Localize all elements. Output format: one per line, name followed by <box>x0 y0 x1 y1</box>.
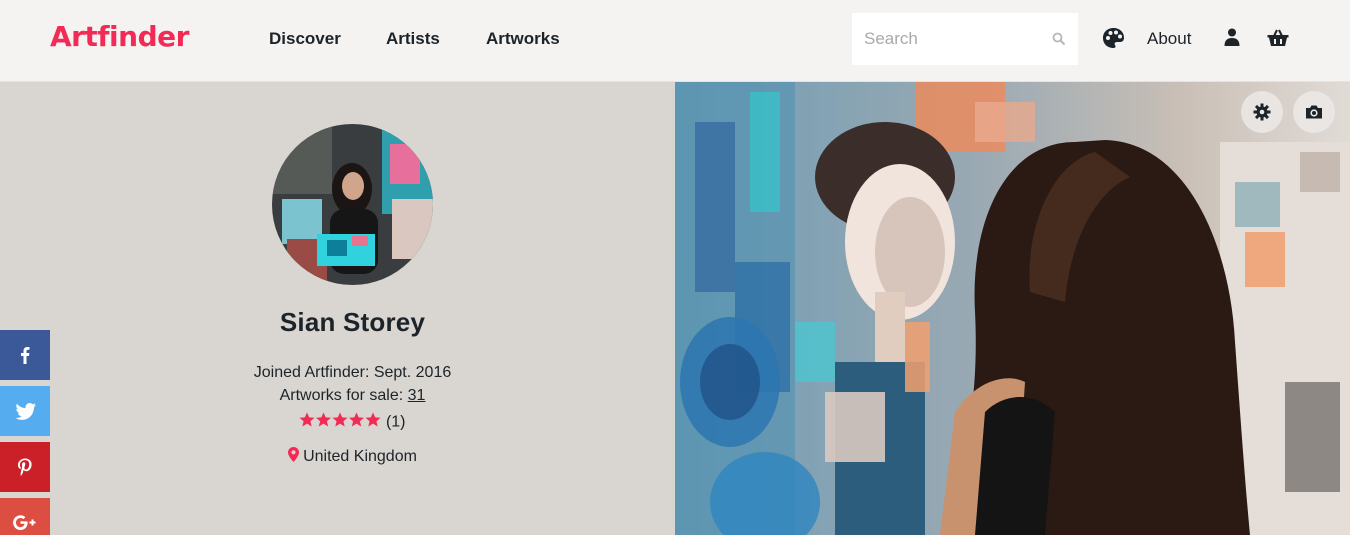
artist-cover-image <box>675 82 1350 535</box>
artist-profile-hero: Sian Storey Joined Artfinder: Sept. 2016… <box>0 82 1350 535</box>
cover-photo <box>675 82 1350 535</box>
twitter-icon <box>15 403 36 420</box>
user-icon[interactable] <box>1224 28 1240 46</box>
nav-artworks[interactable]: Artworks <box>486 29 560 49</box>
top-navigation-bar: Artfinder Discover Artists Artworks Abou… <box>0 0 1350 82</box>
artworks-for-sale: Artworks for sale: 31 <box>0 387 705 405</box>
page-content-start <box>0 535 1350 547</box>
artist-avatar[interactable] <box>272 124 433 285</box>
search-icon[interactable] <box>1052 32 1066 46</box>
camera-icon <box>1306 105 1322 119</box>
share-pinterest-button[interactable] <box>0 442 50 492</box>
rating-stars <box>299 412 381 433</box>
artworks-for-sale-label: Artworks for sale: <box>279 387 408 404</box>
joined-date: Joined Artfinder: Sept. 2016 <box>253 364 452 381</box>
google-plus-icon <box>13 515 36 530</box>
palette-icon[interactable] <box>1102 27 1125 49</box>
cover-photo-upload-button[interactable] <box>1293 91 1335 133</box>
search-box <box>852 13 1078 65</box>
facebook-icon <box>21 347 30 364</box>
artist-location: United Kingdom <box>0 447 705 466</box>
share-facebook-button[interactable] <box>0 330 50 380</box>
nav-discover[interactable]: Discover <box>269 29 341 49</box>
basket-icon[interactable] <box>1267 29 1289 47</box>
location-text: United Kingdom <box>303 448 417 465</box>
nav-artists[interactable]: Artists <box>386 29 440 49</box>
gear-icon <box>1253 103 1271 121</box>
artist-info-panel: Sian Storey Joined Artfinder: Sept. 2016… <box>0 82 675 535</box>
review-count[interactable]: (1) <box>386 414 406 431</box>
artworks-count-link[interactable]: 31 <box>408 387 426 404</box>
pinterest-icon <box>18 458 32 476</box>
share-twitter-button[interactable] <box>0 386 50 436</box>
search-input[interactable] <box>852 13 1042 65</box>
location-pin-icon <box>288 447 300 462</box>
artist-name: Sian Storey <box>279 307 426 337</box>
rating[interactable]: (1) <box>0 412 705 433</box>
cover-settings-button[interactable] <box>1241 91 1283 133</box>
artfinder-logo[interactable]: Artfinder <box>50 20 189 53</box>
nav-about[interactable]: About <box>1147 29 1191 49</box>
avatar-photo <box>272 124 433 285</box>
star-rating-icon <box>299 412 381 427</box>
